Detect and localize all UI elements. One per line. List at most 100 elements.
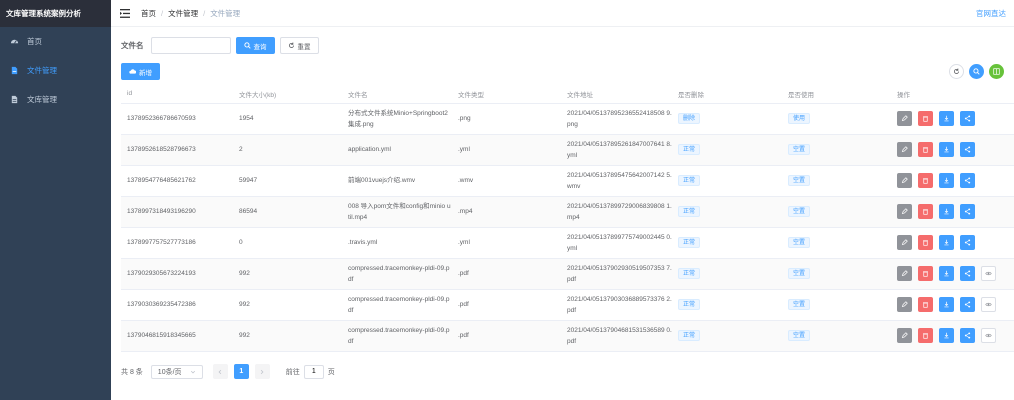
cell-used: 空置 — [782, 165, 891, 197]
share-button[interactable] — [960, 173, 975, 188]
goto-page-input[interactable] — [303, 364, 324, 379]
share-icon — [964, 115, 971, 122]
download-icon — [943, 115, 950, 122]
delete-button[interactable] — [918, 235, 933, 250]
pagination: 共 8 条 10条/页 1 前往 页 — [121, 364, 1004, 379]
delete-button[interactable] — [918, 266, 933, 281]
app-logo-title: 文库管理系统案例分析 — [0, 0, 111, 27]
cell-deleted: 正常 — [672, 196, 782, 228]
hamburger-icon[interactable] — [120, 8, 130, 18]
used-status-tag: 空置 — [788, 330, 811, 341]
next-page-button[interactable] — [254, 364, 270, 379]
cell-id: 1378997318493196290 — [121, 196, 233, 228]
share-button[interactable] — [960, 111, 975, 126]
preview-button[interactable] — [981, 328, 996, 343]
deleted-status-tag: 正常 — [678, 206, 701, 217]
sidebar-item-library-management[interactable]: 文库管理 — [0, 85, 111, 114]
download-button[interactable] — [939, 297, 954, 312]
breadcrumb-home[interactable]: 首页 — [141, 8, 156, 19]
sidebar-item-file-management[interactable]: 文件管理 — [0, 56, 111, 85]
upload-cloud-icon — [129, 69, 136, 74]
delete-icon — [922, 301, 929, 308]
preview-button[interactable] — [981, 297, 996, 312]
download-icon — [943, 332, 950, 339]
edit-button[interactable] — [897, 235, 912, 250]
delete-button[interactable] — [918, 328, 933, 343]
cell-size: 86594 — [233, 196, 342, 228]
download-button[interactable] — [939, 111, 954, 126]
page-size-select[interactable]: 10条/页 — [150, 364, 203, 379]
column-header-name: 文件名 — [342, 85, 452, 104]
share-button[interactable] — [960, 204, 975, 219]
download-button[interactable] — [939, 173, 954, 188]
sidebar-item-home[interactable]: 首页 — [0, 27, 111, 56]
edit-icon — [901, 270, 908, 277]
cell-actions — [891, 134, 1014, 166]
share-button[interactable] — [960, 297, 975, 312]
download-button[interactable] — [939, 235, 954, 250]
edit-button[interactable] — [897, 111, 912, 126]
edit-icon — [901, 115, 908, 122]
download-icon — [943, 301, 950, 308]
add-button[interactable]: 新增 — [121, 63, 160, 80]
delete-button[interactable] — [918, 204, 933, 219]
cell-url: 2021/04/05137899775749002445 0.yml — [561, 227, 672, 259]
filename-input[interactable] — [150, 37, 231, 54]
cell-size: 1954 — [233, 103, 342, 135]
toggle-search-button[interactable] — [969, 64, 984, 79]
download-button[interactable] — [939, 142, 954, 157]
search-button[interactable]: 查询 — [235, 37, 275, 54]
cell-deleted: 正常 — [672, 227, 782, 259]
share-icon — [964, 146, 971, 153]
prev-page-button[interactable] — [212, 364, 228, 379]
preview-button[interactable] — [981, 266, 996, 281]
columns-button[interactable] — [989, 64, 1004, 79]
cell-used: 空置 — [782, 258, 891, 290]
share-button[interactable] — [960, 235, 975, 250]
share-button[interactable] — [960, 266, 975, 281]
table-toolbar: 新增 — [121, 63, 1004, 80]
edit-button[interactable] — [897, 173, 912, 188]
edit-icon — [901, 208, 908, 215]
edit-button[interactable] — [897, 266, 912, 281]
delete-button[interactable] — [918, 173, 933, 188]
breadcrumb-file-management[interactable]: 文件管理 — [168, 8, 198, 19]
download-button[interactable] — [939, 328, 954, 343]
delete-button[interactable] — [918, 297, 933, 312]
delete-button[interactable] — [918, 142, 933, 157]
deleted-status-tag: 正常 — [678, 299, 701, 310]
cell-name: .travis.yml — [342, 227, 452, 259]
table-row: 1379029305673224193 992 compressed.tracemo… — [121, 258, 1014, 290]
download-icon — [943, 177, 950, 184]
edit-button[interactable] — [897, 142, 912, 157]
share-button[interactable] — [960, 142, 975, 157]
delete-icon — [922, 239, 929, 246]
refresh-table-button[interactable] — [949, 64, 964, 79]
download-button[interactable] — [939, 204, 954, 219]
used-status-tag: 使用 — [788, 113, 811, 124]
cell-name: 前端001vuejs介绍.wmv — [342, 165, 452, 197]
cell-type: .yml — [452, 227, 561, 259]
cell-id: 1379029305673224193 — [121, 258, 233, 290]
cell-used: 空置 — [782, 227, 891, 259]
reset-button[interactable]: 重置 — [279, 37, 319, 54]
edit-button[interactable] — [897, 204, 912, 219]
deleted-status-tag: 正常 — [678, 144, 701, 155]
cell-size: 992 — [233, 320, 342, 352]
cell-name: 分布式文件系统Minio+Springboot2集成.png — [342, 103, 452, 135]
deleted-status-tag: 删除 — [678, 113, 701, 124]
official-site-link[interactable]: 官网直达 — [976, 8, 1006, 19]
table-row: 1378952366786670593 1954 分布式文件系统Minio+Spri… — [121, 103, 1014, 135]
delete-button[interactable] — [918, 111, 933, 126]
page-number-button[interactable]: 1 — [233, 364, 249, 379]
sidebar: 文库管理系统案例分析 首页 文件管理 文库管理 — [0, 0, 111, 400]
edit-button[interactable] — [897, 328, 912, 343]
main-content: 首页 / 文件管理 / 文件管理 官网直达 文件名 查询 重置 新增 id 文件… — [111, 0, 1014, 400]
download-button[interactable] — [939, 266, 954, 281]
edit-icon — [901, 177, 908, 184]
share-button[interactable] — [960, 328, 975, 343]
eye-icon — [985, 270, 992, 277]
column-header-deleted: 是否删除 — [672, 85, 782, 104]
edit-button[interactable] — [897, 297, 912, 312]
cell-url: 2021/04/05137903036889573376 2.pdf — [561, 289, 672, 321]
